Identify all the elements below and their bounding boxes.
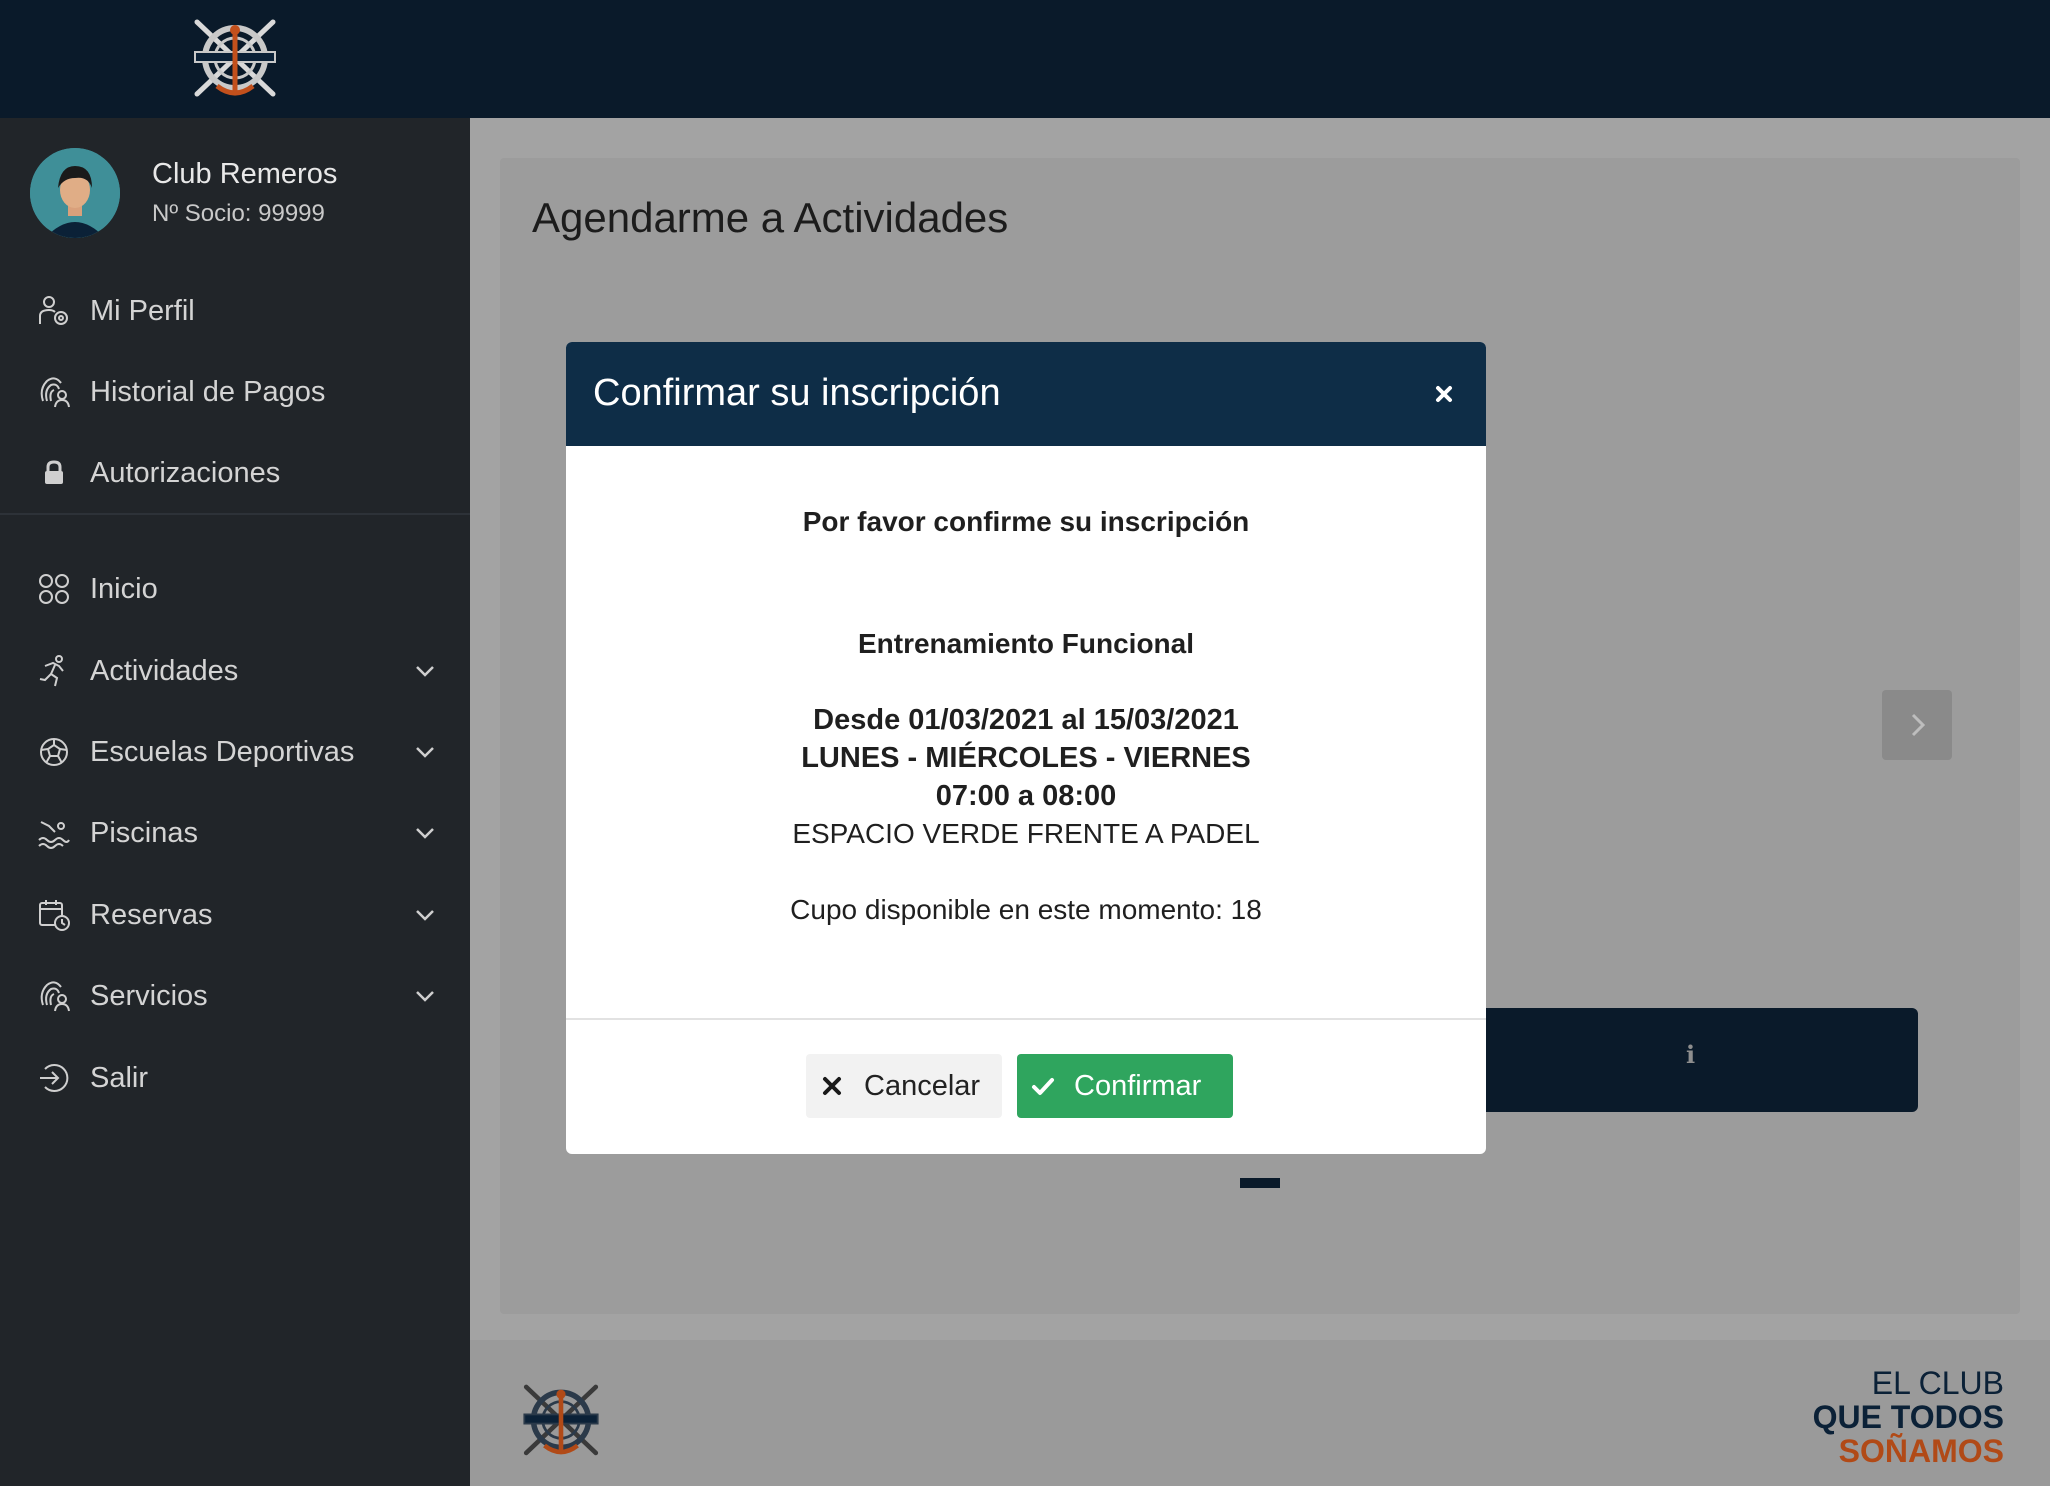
running-person-icon (36, 653, 72, 689)
sidebar-item-autorizaciones[interactable]: Autorizaciones (0, 438, 470, 508)
chevron-down-icon (416, 828, 434, 839)
fingerprint-user-icon (36, 978, 72, 1014)
page-title: Agendarme a Actividades (532, 194, 1009, 241)
sidebar: Club Remeros Nº Socio: 99999 Mi Perfil H… (0, 118, 470, 1486)
confirm-enrollment-modal: Confirmar su inscripción Por favor confi… (566, 342, 1486, 1154)
modal-footer-divider (566, 1018, 1486, 1020)
logout-icon (36, 1060, 72, 1096)
activity-dates: Desde 01/03/2021 al 15/03/2021 (813, 704, 1239, 736)
footer: EL CLUB QUE TODOS SOÑAMOS (470, 1340, 2050, 1486)
confirm-button-label: Confirmar (1074, 1070, 1202, 1102)
member-number: Nº Socio: 99999 (152, 200, 325, 227)
confirm-button[interactable]: Confirmar (1017, 1054, 1233, 1118)
sidebar-item-escuelas-deportivas[interactable]: Escuelas Deportivas (0, 717, 470, 787)
carousel-next-button[interactable] (1882, 690, 1952, 760)
sports-ball-icon (36, 734, 72, 770)
chevron-down-icon (416, 991, 434, 1002)
sidebar-item-label: Salir (90, 1061, 149, 1094)
chevron-down-icon (416, 666, 434, 677)
user-name: Club Remeros (152, 158, 338, 190)
user-profile-block: Club Remeros Nº Socio: 99999 (30, 148, 460, 248)
activity-time: 07:00 a 08:00 (935, 780, 1117, 812)
chevron-down-icon (416, 910, 434, 921)
calendar-clock-icon (36, 897, 72, 933)
rowing-club-logo-icon (506, 1376, 616, 1462)
modal-title: Confirmar su inscripción (593, 372, 1001, 414)
modal-header: Confirmar su inscripción (566, 342, 1486, 446)
sidebar-item-label: Mi Perfil (90, 294, 195, 327)
sidebar-item-actividades[interactable]: Actividades (0, 636, 470, 706)
sidebar-item-historial-de-pagos[interactable]: Historial de Pagos (0, 357, 470, 427)
sidebar-item-piscinas[interactable]: Piscinas (0, 798, 470, 868)
grid-circles-icon (36, 571, 72, 607)
lock-icon (36, 455, 72, 491)
activity-name: Entrenamiento Funcional (857, 628, 1195, 659)
rowing-club-logo-icon[interactable] (175, 12, 295, 102)
top-bar (0, 0, 2050, 118)
modal-body: Por favor confirme su inscripción Entren… (566, 446, 1486, 1020)
sidebar-item-label: Escuelas Deportivas (90, 735, 355, 768)
checkmark-icon (1032, 1078, 1054, 1095)
available-capacity: Cupo disponible en este momento: 18 (790, 894, 1262, 925)
profile-gear-icon (36, 293, 72, 329)
close-icon (823, 1077, 841, 1095)
sidebar-item-inicio[interactable]: Inicio (0, 554, 470, 624)
chevron-right-icon (1911, 713, 1926, 737)
activity-location: ESPACIO VERDE FRENTE A PADEL (792, 818, 1260, 849)
sidebar-item-label: Piscinas (90, 816, 198, 849)
sidebar-item-label: Servicios (90, 979, 208, 1012)
user-avatar-icon[interactable] (30, 148, 120, 238)
slogan-line-2: QUE TODOS (1812, 1399, 2004, 1435)
carousel-indicator[interactable] (1240, 1178, 1280, 1188)
cancel-button-label: Cancelar (864, 1070, 981, 1102)
sidebar-item-label: Reservas (90, 898, 213, 931)
sidebar-item-label: Autorizaciones (90, 456, 281, 489)
slogan-line-1: EL CLUB (1871, 1365, 2004, 1401)
sidebar-item-mi-perfil[interactable]: Mi Perfil (0, 276, 470, 346)
fingerprint-user-icon (36, 374, 72, 410)
sidebar-item-servicios[interactable]: Servicios (0, 961, 470, 1031)
chevron-down-icon (416, 747, 434, 758)
club-slogan: EL CLUB QUE TODOS SOÑAMOS (1813, 1366, 2004, 1468)
activity-days: LUNES - MIÉRCOLES - VIERNES (801, 742, 1251, 774)
sidebar-item-label: Actividades (90, 654, 239, 687)
cancel-button[interactable]: Cancelar (806, 1054, 1002, 1118)
sidebar-item-reservas[interactable]: Reservas (0, 880, 470, 950)
sidebar-item-label: Historial de Pagos (90, 375, 326, 408)
close-icon[interactable] (1426, 376, 1462, 412)
swimmer-icon (36, 815, 72, 851)
sidebar-divider (0, 513, 470, 515)
confirm-prompt: Por favor confirme su inscripción (802, 506, 1250, 537)
info-icon[interactable]: i (1686, 1040, 1695, 1069)
slogan-line-3: SOÑAMOS (1838, 1433, 2004, 1469)
sidebar-item-salir[interactable]: Salir (0, 1043, 470, 1113)
sidebar-item-label: Inicio (90, 572, 158, 605)
